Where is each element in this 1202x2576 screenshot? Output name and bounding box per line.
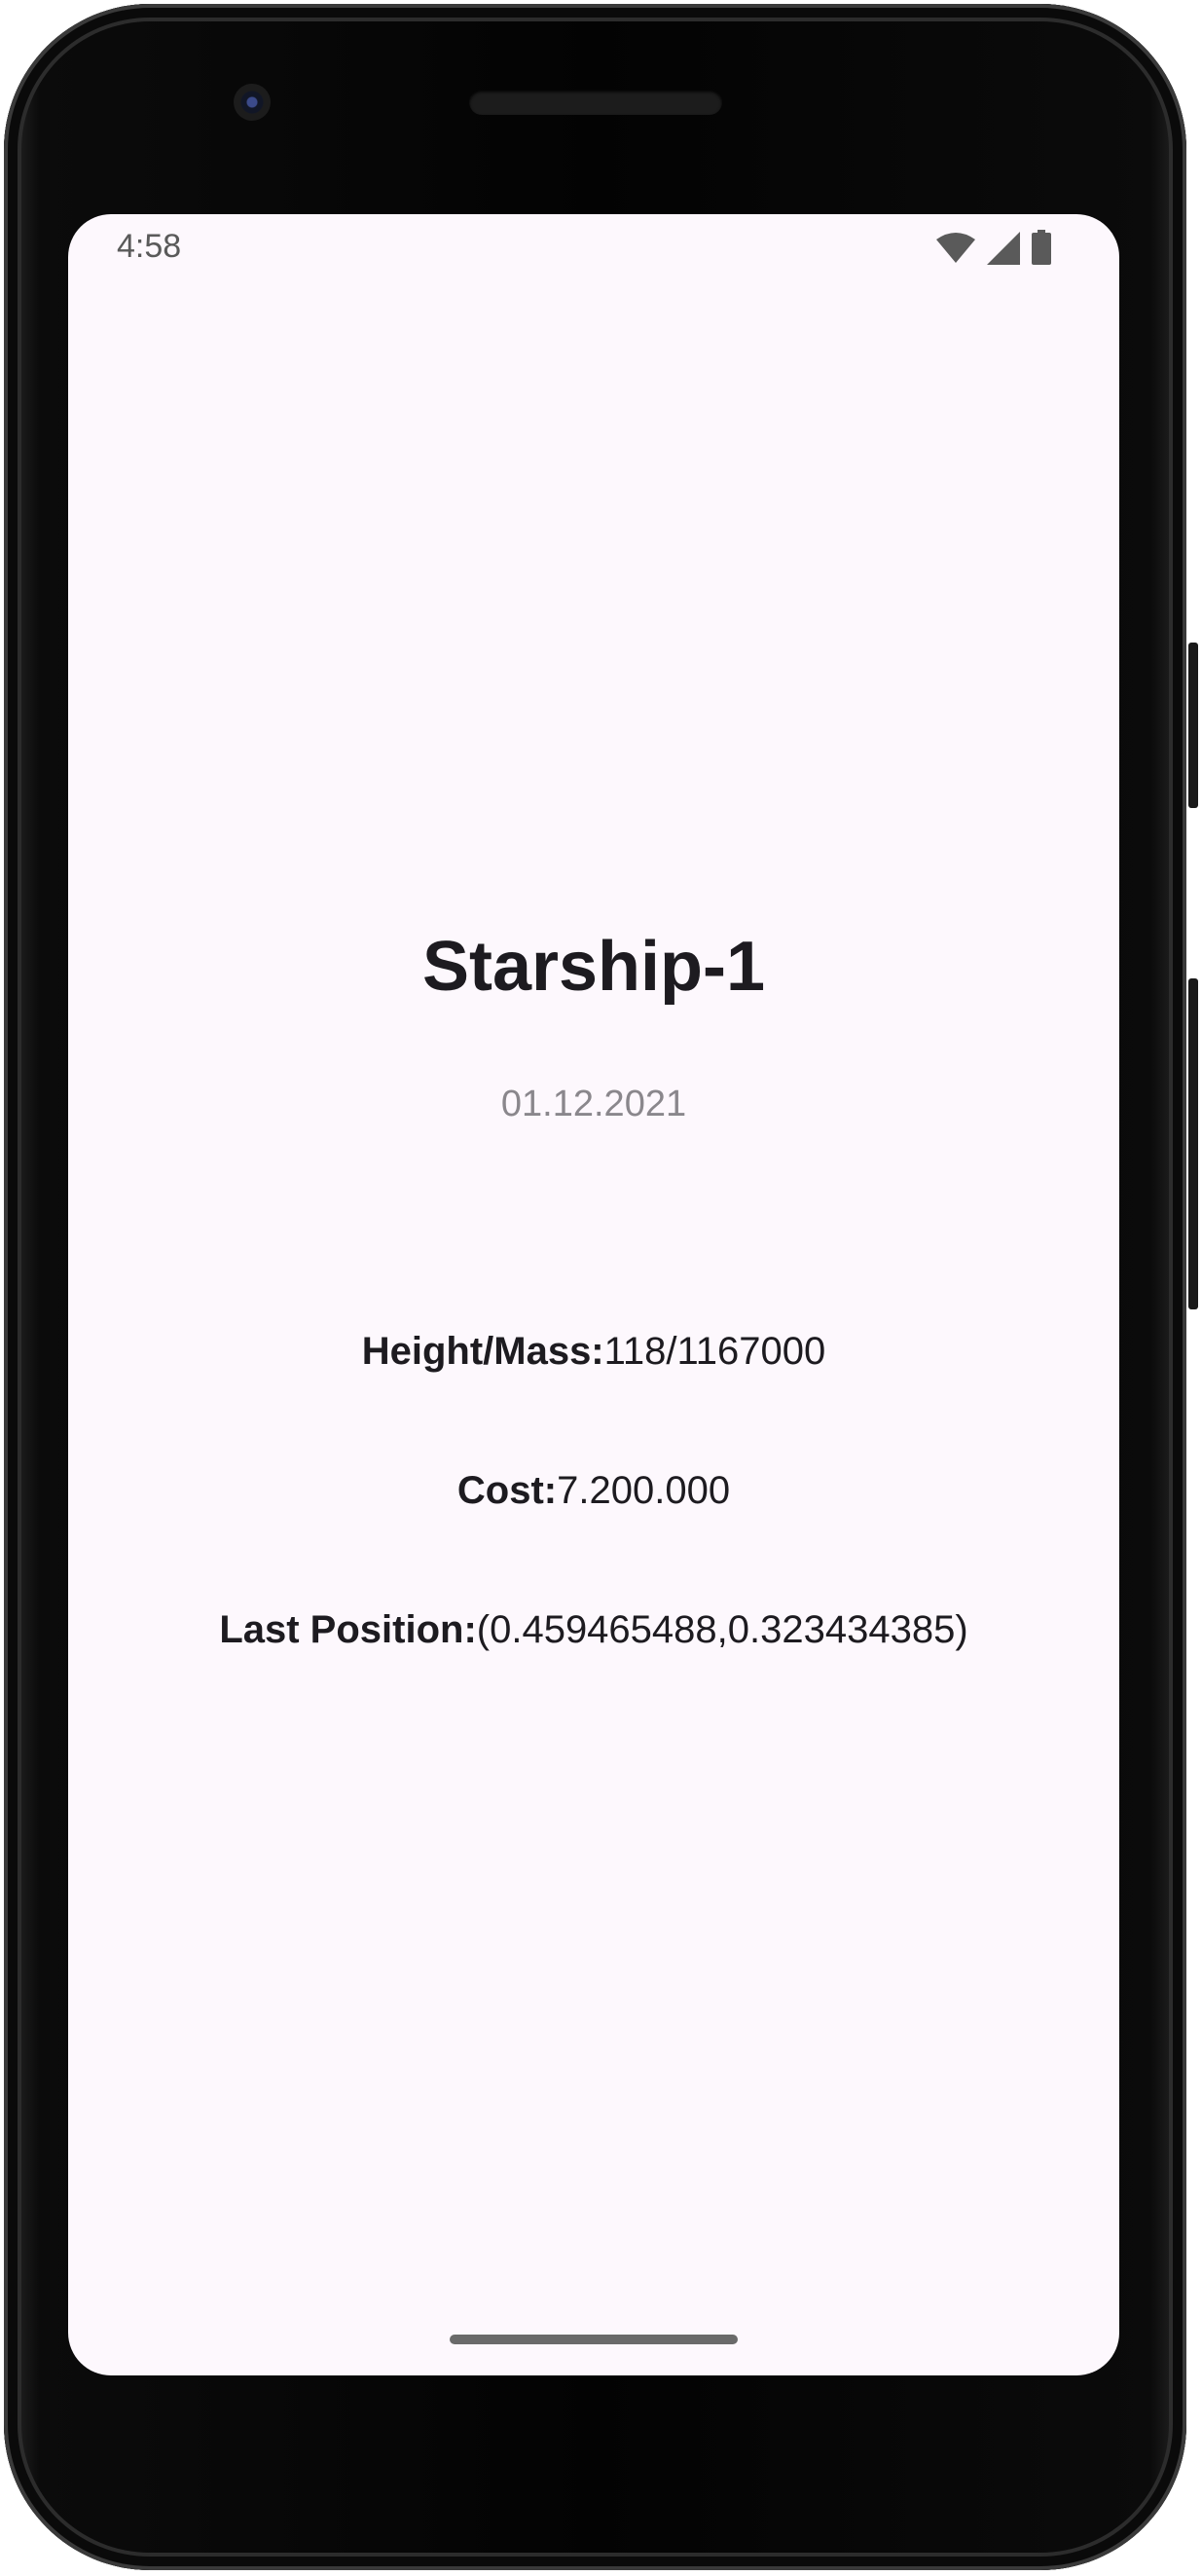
app-screen: 4:58 Starship-1 01.12.2021 Height/Mass:1… xyxy=(68,214,1119,2375)
height-mass-label: Height/Mass: xyxy=(361,1330,604,1373)
last-position-row: Last Position:(0.459465488,0.323434385) xyxy=(68,1608,1119,1652)
last-position-value: (0.459465488,0.323434385) xyxy=(476,1608,968,1651)
starship-date: 01.12.2021 xyxy=(500,1084,687,1124)
height-mass-value: 118/1167000 xyxy=(603,1330,826,1373)
earpiece-speaker xyxy=(469,90,722,115)
volume-button xyxy=(1188,978,1198,1309)
cost-value: 7.200.000 xyxy=(557,1469,731,1512)
cost-row: Cost:7.200.000 xyxy=(68,1469,1119,1513)
home-indicator[interactable] xyxy=(450,2335,738,2344)
starship-detail: Starship-1 01.12.2021 Height/Mass:118/11… xyxy=(68,214,1119,2375)
front-camera xyxy=(234,84,271,121)
phone-device: 4:58 Starship-1 01.12.2021 Height/Mass:1… xyxy=(0,0,1202,2576)
last-position-label: Last Position: xyxy=(219,1608,477,1651)
height-mass-row: Height/Mass:118/1167000 xyxy=(68,1330,1119,1374)
cost-label: Cost: xyxy=(456,1469,558,1512)
power-button xyxy=(1188,643,1198,808)
starship-name: Starship-1 xyxy=(421,928,766,1006)
